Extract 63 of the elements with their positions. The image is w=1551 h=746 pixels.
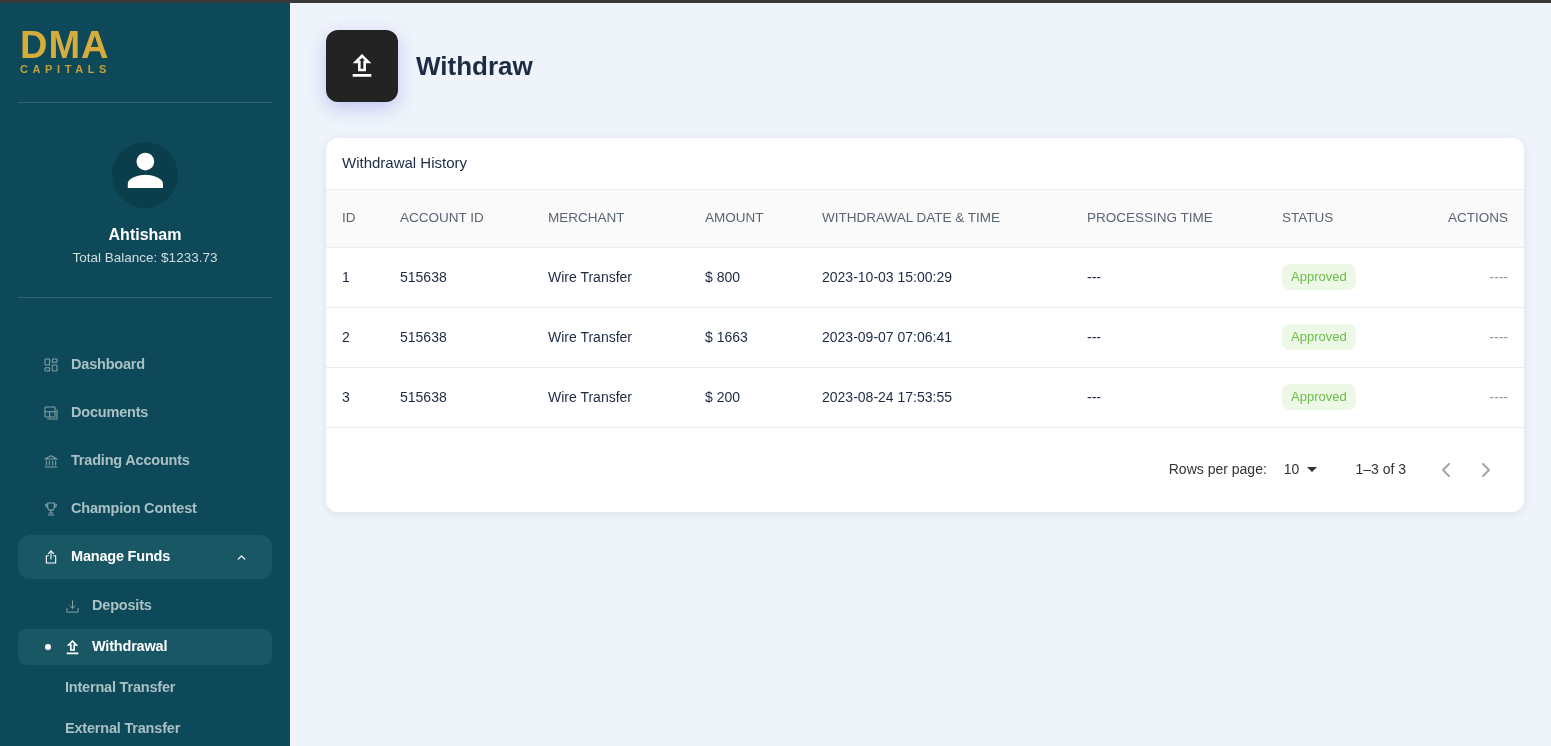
- user-avatar-icon: [112, 142, 178, 208]
- table-cell: ---: [1071, 367, 1266, 427]
- grid-icon: [43, 357, 59, 373]
- table-cell: 515638: [384, 247, 532, 307]
- download-icon: [65, 598, 80, 614]
- trophy-icon: [43, 501, 59, 517]
- chevron-right-icon: [1482, 462, 1490, 477]
- submenu-item[interactable]: Withdrawal: [18, 629, 272, 665]
- nav-item[interactable]: Trading Accounts: [43, 450, 190, 472]
- table-cell: 2023-10-03 15:00:29: [806, 247, 1071, 307]
- table-cell: ---: [1071, 247, 1266, 307]
- status-badge: Approved: [1282, 324, 1356, 350]
- column-header: MERCHANT: [532, 190, 689, 247]
- card-title: Withdrawal History: [342, 153, 468, 174]
- table-cell: ----: [1400, 367, 1524, 427]
- column-header: PROCESSING TIME: [1071, 190, 1266, 247]
- table-cell: 3: [326, 367, 384, 427]
- table-cell: ---: [1071, 307, 1266, 367]
- table-cell: Wire Transfer: [532, 367, 689, 427]
- column-header: ID: [326, 190, 384, 247]
- table-cell: 2: [326, 307, 384, 367]
- rows-per-page-label: Rows per page:: [1168, 460, 1267, 479]
- status-badge: Approved: [1282, 384, 1356, 410]
- column-header: WITHDRAWAL DATE & TIME: [806, 190, 1071, 247]
- table-cell: ----: [1400, 307, 1524, 367]
- bullet-icon: [45, 644, 51, 650]
- submenu-item[interactable]: External Transfer: [65, 718, 181, 740]
- page-title: Withdraw: [416, 50, 533, 82]
- upload-icon: [326, 30, 398, 102]
- chevron-left-icon: [1442, 462, 1450, 477]
- table-cell: Wire Transfer: [532, 307, 689, 367]
- table-cell: $ 1663: [689, 307, 806, 367]
- column-header: ACCOUNT ID: [384, 190, 532, 247]
- rows-per-page-select[interactable]: 10: [1283, 459, 1318, 480]
- document-icon: [43, 405, 59, 421]
- column-header: ACTIONS: [1400, 190, 1524, 247]
- nav-item[interactable]: Manage Funds: [18, 535, 272, 579]
- table-cell: 1: [326, 247, 384, 307]
- caret-down-icon: [1307, 467, 1318, 472]
- submenu-item[interactable]: Internal Transfer: [65, 677, 176, 699]
- table-cell: 515638: [384, 367, 532, 427]
- table-cell: 2023-08-24 17:53:55: [806, 367, 1071, 427]
- table-cell: $ 200: [689, 367, 806, 427]
- user-name: Ahtisham: [108, 225, 182, 245]
- upload-box-icon: [43, 549, 59, 565]
- balance-text: Total Balance: $1233.73: [72, 249, 218, 267]
- logo-wordmark: DMA: [20, 30, 111, 60]
- upload-icon: [65, 639, 80, 655]
- table-cell: Wire Transfer: [532, 247, 689, 307]
- table-cell: $ 800: [689, 247, 806, 307]
- nav-item[interactable]: Documents: [43, 402, 149, 424]
- column-header: AMOUNT: [689, 190, 806, 247]
- column-header: STATUS: [1266, 190, 1400, 247]
- logo-tagline: CAPITALS: [20, 63, 111, 75]
- table-cell: 515638: [384, 307, 532, 367]
- nav-item[interactable]: Champion Contest: [43, 498, 197, 520]
- page-range: 1–3 of 3: [1355, 460, 1406, 479]
- bank-icon: [43, 453, 59, 469]
- submenu-item[interactable]: Deposits: [65, 595, 152, 617]
- status-badge: Approved: [1282, 264, 1356, 290]
- table-cell: 2023-09-07 07:06:41: [806, 307, 1071, 367]
- table-cell: ----: [1400, 247, 1524, 307]
- nav-item[interactable]: Dashboard: [43, 354, 145, 376]
